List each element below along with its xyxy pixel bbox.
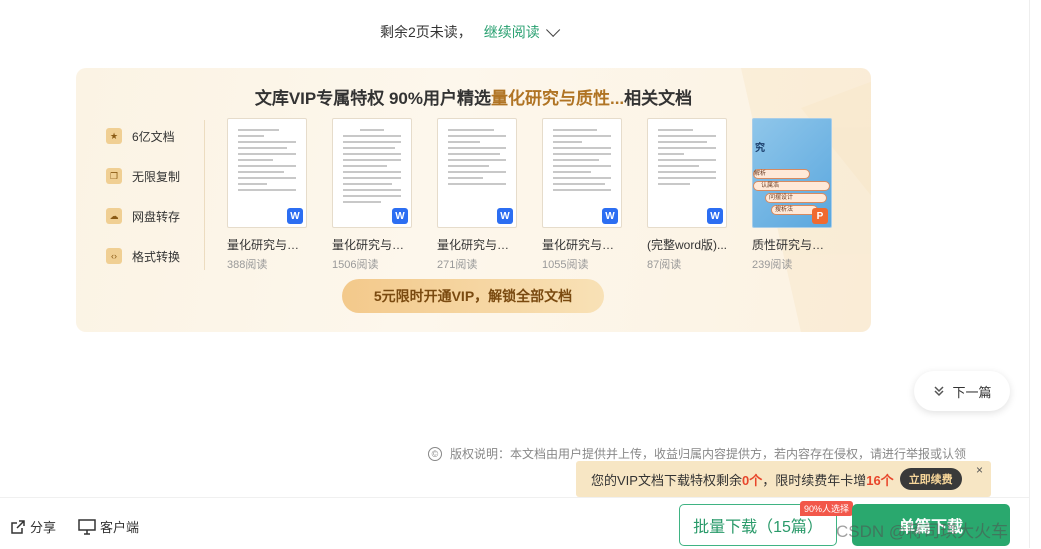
doc-read-count: 1055阅读 [542,259,589,271]
word-icon: W [707,208,723,224]
doc-card[interactable]: W 量化研究与质... 1506阅读 [332,118,412,272]
tip-text: 您的VIP文档下载特权剩余 [591,472,742,488]
page-right-border [1029,0,1030,548]
word-icon: W [497,208,513,224]
ppt-thumb-text: 认属浩 [761,183,780,189]
cloud-icon: ☁ [106,208,122,224]
doc-card[interactable]: W 量化研究与质... 388阅读 [227,118,307,272]
remaining-pages-text: 剩余2页未读， [380,24,472,40]
doc-card[interactable]: 究 解析 认属浩 问摆设计 搜析法 P 质性研究与量... 239阅读 [752,118,832,272]
share-button[interactable]: 分享 [10,517,56,536]
vip-title-suffix: 相关文档 [624,89,693,108]
tip-remaining-count: 0个 [741,472,763,488]
doc-thumbnail[interactable]: W [332,118,412,228]
vip-title: 文库VIP专属特权 90%用户精选量化研究与质性...相关文档 [76,84,871,109]
star-icon: ★ [106,128,122,144]
doc-read-count: 1506阅读 [332,259,379,271]
next-article-label: 下一篇 [952,384,992,400]
tip-bonus-count: 16个 [866,472,894,488]
code-icon: ‹› [106,248,122,264]
doc-read-count: 271阅读 [437,259,478,271]
next-article-button[interactable]: 下一篇 [914,371,1010,411]
share-label: 分享 [30,520,57,535]
feature-label: 格式转换 [132,249,181,264]
doc-title[interactable]: (完整word版)... [647,236,727,253]
close-icon[interactable]: × [976,463,983,477]
doc-card[interactable]: W 量化研究与质... 271阅读 [437,118,517,272]
copyright-icon: © [428,446,442,461]
doc-title[interactable]: 量化研究与质... [437,236,517,253]
doc-title[interactable]: 质性研究与量... [752,236,832,253]
word-icon: W [287,208,303,224]
vip-recommend-panel: 文库VIP专属特权 90%用户精选量化研究与质性...相关文档 ★ 6亿文档 ❐… [76,68,871,332]
doc-read-count: 388阅读 [227,259,268,271]
copy-icon: ❐ [106,168,122,184]
copyright-text: 版权说明：本文档由用户提供并上传，收益归属内容提供方，若内容存在侵权，请进行举报… [450,447,967,461]
recommended-docs: W 量化研究与质... 388阅读 W 量化研究与质... 1506阅读 W 量… [227,118,857,272]
feature-divider [204,120,205,270]
feature-item: ★ 6亿文档 [106,116,206,156]
doc-card[interactable]: W 量化研究与质... 1055阅读 [542,118,622,272]
doc-card[interactable]: W (完整word版)... 87阅读 [647,118,727,272]
feature-item: ‹› 格式转换 [106,236,206,276]
ppt-thumb-text: 搜析法 [775,207,794,213]
doc-title[interactable]: 量化研究与质... [542,236,622,253]
share-icon [11,519,25,534]
doc-read-count: 239阅读 [752,259,793,271]
feature-label: 网盘转存 [132,209,181,224]
copyright-notice: © 版权说明：本文档由用户提供并上传，收益归属内容提供方，若内容存在侵权，请进行… [428,445,966,462]
continue-reading-link[interactable]: 继续阅读 [483,22,560,42]
doc-thumbnail[interactable]: W [227,118,307,228]
ppt-thumb-text: 究 [755,143,765,154]
vip-download-tip: 您的VIP文档下载特权剩余 0个 ，限时续费年卡增 16个 立即续费 × [576,461,991,497]
ppt-thumb-text: 问摆设计 [769,195,794,201]
vip-title-prefix: 文库VIP专属特权 90%用户精选 [254,89,491,108]
unread-notice: 剩余2页未读， 继续阅读 [380,22,560,42]
word-icon: W [392,208,408,224]
word-icon: W [602,208,618,224]
vip-feature-list: ★ 6亿文档 ❐ 无限复制 ☁ 网盘转存 ‹› 格式转换 [106,116,206,276]
feature-label: 6亿文档 [132,129,175,144]
doc-thumbnail[interactable]: W [542,118,622,228]
tip-text: ，限时续费年卡增 [762,472,867,488]
monitor-icon [78,518,96,535]
client-label: 客户端 [100,520,140,535]
client-button[interactable]: 客户端 [78,517,139,536]
double-chevron-down-icon [934,386,945,397]
popular-choice-badge: 90%人选择 [800,501,854,516]
doc-read-count: 87阅读 [647,259,682,271]
ppt-icon: P [812,208,828,224]
feature-item: ❐ 无限复制 [106,156,206,196]
renew-now-button[interactable]: 立即续费 [899,468,962,490]
doc-thumbnail[interactable]: W [647,118,727,228]
feature-label: 无限复制 [132,169,181,184]
doc-title[interactable]: 量化研究与质... [227,236,307,253]
open-vip-button[interactable]: 5元限时开通VIP，解锁全部文档 [342,279,604,313]
continue-reading-label: 继续阅读 [483,24,540,40]
vip-title-highlight: 量化研究与质性... [490,89,625,108]
single-download-button[interactable]: 单篇下载 [852,504,1010,546]
ppt-thumb-text: 解析 [754,171,767,177]
feature-item: ☁ 网盘转存 [106,196,206,236]
chevron-down-icon [545,22,560,37]
ppt-thumbnail[interactable]: 究 解析 认属浩 问摆设计 搜析法 P [752,118,832,228]
doc-thumbnail[interactable]: W [437,118,517,228]
doc-title[interactable]: 量化研究与质... [332,236,412,253]
